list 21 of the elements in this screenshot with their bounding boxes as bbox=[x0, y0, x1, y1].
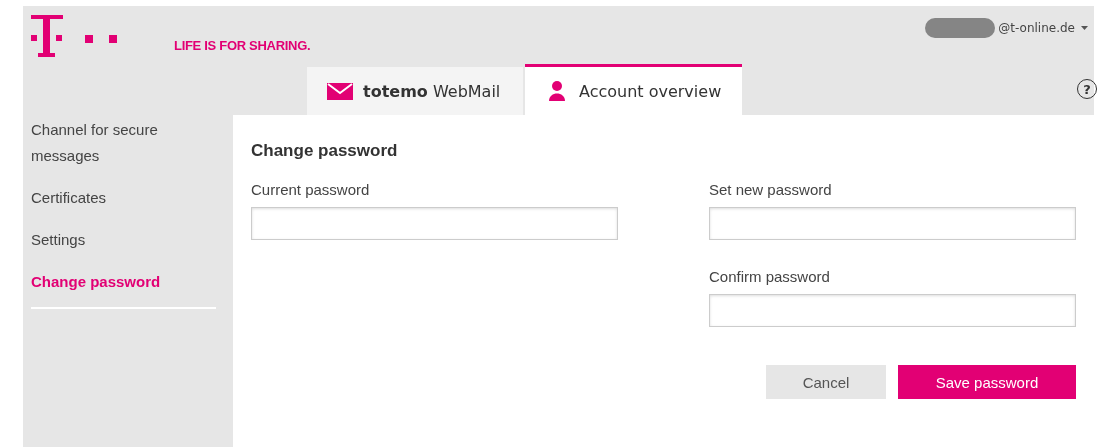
sidebar-item[interactable]: Certificates bbox=[31, 185, 181, 211]
sidebar-item[interactable]: Settings bbox=[31, 227, 181, 253]
save-button[interactable]: Save password bbox=[898, 365, 1076, 399]
input-field[interactable] bbox=[709, 207, 1076, 240]
input-field[interactable] bbox=[251, 207, 618, 240]
tab[interactable]: totemo WebMail bbox=[307, 67, 523, 115]
envelope-icon bbox=[327, 82, 353, 100]
sidebar-item[interactable]: Channel for secure messages bbox=[31, 117, 181, 169]
field-label: Current password bbox=[251, 181, 371, 198]
form-title: Change password bbox=[251, 141, 399, 161]
person-icon bbox=[549, 81, 565, 101]
field-label: Confirm password bbox=[709, 268, 831, 285]
cancel-button[interactable]: Cancel bbox=[766, 365, 886, 399]
account-menu[interactable]: @t-online.de bbox=[998, 21, 1075, 35]
field-label: Set new password bbox=[709, 181, 833, 198]
slogan: LIFE IS FOR SHARING. bbox=[174, 37, 311, 53]
redaction-mark bbox=[925, 18, 996, 38]
sidebar-item[interactable]: Change password bbox=[31, 269, 181, 295]
tab[interactable]: Account overview bbox=[525, 64, 742, 115]
caret-icon bbox=[1081, 26, 1088, 30]
input-field[interactable] bbox=[709, 294, 1076, 327]
